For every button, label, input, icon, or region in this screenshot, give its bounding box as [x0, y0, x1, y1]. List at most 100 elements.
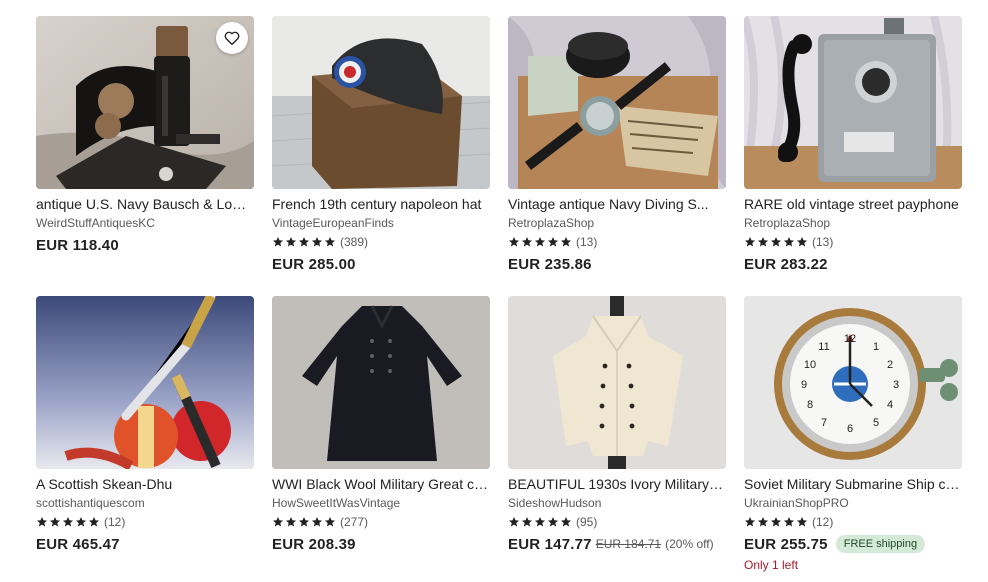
listing-image[interactable] [744, 16, 962, 189]
listing-image[interactable] [272, 296, 490, 469]
rating: (13) [508, 234, 726, 250]
listing-title[interactable]: French 19th century napoleon hat [272, 195, 490, 213]
rating-count: (389) [340, 235, 369, 249]
rating-count: (95) [576, 515, 598, 529]
listing-row: A Scottish Skean-Dhu scottishantiquescom… [36, 296, 962, 576]
star-icon [299, 517, 309, 527]
listing-card[interactable]: RARE old vintage street payphone Retropl… [744, 16, 962, 296]
price-line: EUR 118.40 [36, 235, 254, 255]
listing-title[interactable]: BEAUTIFUL 1930s Ivory Military jacket [508, 475, 726, 493]
listing-image[interactable] [272, 16, 490, 189]
price: EUR 147.77 [508, 535, 592, 553]
price: EUR 235.86 [508, 255, 592, 273]
listing-title[interactable]: A Scottish Skean-Dhu [36, 475, 254, 493]
star-icon [509, 517, 519, 527]
price: EUR 283.22 [744, 255, 828, 273]
star-icon [745, 517, 755, 527]
rating: (95) [508, 514, 726, 530]
star-icon [797, 517, 807, 527]
star-rating [272, 516, 336, 528]
price: EUR 255.75 [744, 535, 828, 553]
star-icon [89, 517, 99, 527]
star-icon [273, 237, 283, 247]
listing-title[interactable]: antique U.S. Navy Bausch & Lomb microsco… [36, 195, 254, 213]
listing-title[interactable]: Soviet Military Submarine Ship clock [744, 475, 962, 493]
star-rating [272, 236, 336, 248]
shop-name[interactable]: VintageEuropeanFinds [272, 215, 490, 231]
svg-text:12: 12 [844, 333, 856, 345]
listing-card[interactable]: A Scottish Skean-Dhu scottishantiquescom… [36, 296, 254, 576]
star-icon [771, 517, 781, 527]
heart-outline-icon [224, 31, 240, 46]
svg-text:3: 3 [893, 379, 899, 391]
svg-text:6: 6 [847, 423, 853, 435]
submarine-clock-photo: 1212 345 678 91011 [744, 296, 962, 469]
star-rating [36, 516, 100, 528]
rating-count: (13) [576, 235, 598, 249]
shop-name[interactable]: HowSweetItWasVintage [272, 495, 490, 511]
star-icon [548, 237, 558, 247]
listing-image[interactable] [508, 16, 726, 189]
svg-text:11: 11 [818, 341, 829, 353]
price: EUR 208.39 [272, 535, 356, 553]
price-line: EUR 208.39 [272, 534, 490, 554]
star-icon [50, 517, 60, 527]
listing-title[interactable]: Vintage antique Navy Diving S... [508, 195, 726, 213]
star-icon [273, 517, 283, 527]
shop-name[interactable]: SideshowHudson [508, 495, 726, 511]
star-icon [561, 237, 571, 247]
price-line: EUR 235.86 [508, 254, 726, 274]
listing-card[interactable]: Vintage antique Navy Diving S... Retropl… [508, 16, 726, 296]
listing-image[interactable] [508, 296, 726, 469]
svg-text:9: 9 [801, 379, 807, 391]
listing-title[interactable]: WWI Black Wool Military Great coat [272, 475, 490, 493]
rating-count: (12) [812, 515, 834, 529]
star-icon [745, 237, 755, 247]
price-line: EUR 147.77 EUR 184.71 (20% off) [508, 534, 726, 554]
star-icon [76, 517, 86, 527]
price: EUR 118.40 [36, 236, 119, 254]
price-line: EUR 283.22 [744, 254, 962, 274]
rating: (277) [272, 514, 490, 530]
rating: (12) [744, 514, 962, 530]
svg-text:7: 7 [821, 417, 827, 429]
svg-text:8: 8 [807, 399, 813, 411]
original-price: EUR 184.71 [595, 537, 662, 551]
shop-name[interactable]: scottishantiquescom [36, 495, 254, 511]
star-rating [508, 236, 572, 248]
price-line: EUR 465.47 [36, 534, 254, 554]
star-icon [286, 517, 296, 527]
listing-card[interactable]: BEAUTIFUL 1930s Ivory Military jacket Si… [508, 296, 726, 576]
listing-image[interactable]: 12 1 2 345 678 9 10 11 [744, 296, 962, 469]
free-shipping-badge: FREE shipping [835, 535, 926, 553]
star-icon [561, 517, 571, 527]
shop-name[interactable]: RetroplazaShop [508, 215, 726, 231]
skean-dhu-photo [36, 296, 254, 469]
listing-image[interactable] [36, 296, 254, 469]
svg-text:10: 10 [804, 359, 816, 371]
svg-text:1: 1 [873, 341, 879, 353]
rating: (13) [744, 234, 962, 250]
star-icon [784, 237, 794, 247]
svg-text:5: 5 [873, 417, 879, 429]
shop-name[interactable]: UkrainianShopPRO [744, 495, 962, 511]
shop-name[interactable]: WeirdStuffAntiquesKC [36, 215, 254, 231]
favorite-button[interactable] [216, 22, 248, 54]
rating-count: (12) [104, 515, 126, 529]
listing-grid: antique U.S. Navy Bausch & Lomb microsco… [36, 16, 962, 576]
star-rating [744, 516, 808, 528]
shop-name[interactable]: RetroplazaShop [744, 215, 962, 231]
listing-image[interactable] [36, 16, 254, 189]
listing-card[interactable]: antique U.S. Navy Bausch & Lomb microsco… [36, 16, 254, 296]
listing-card[interactable]: French 19th century napoleon hat Vintage… [272, 16, 490, 296]
star-icon [522, 517, 532, 527]
star-icon [758, 517, 768, 527]
listing-card[interactable]: 12 1 2 345 678 9 10 11 Soviet Military Subma… [744, 296, 962, 576]
star-icon [325, 237, 335, 247]
star-icon [548, 517, 558, 527]
star-icon [325, 517, 335, 527]
listing-title[interactable]: RARE old vintage street payphone [744, 195, 962, 213]
star-rating [744, 236, 808, 248]
listing-card[interactable]: WWI Black Wool Military Great coat HowSw… [272, 296, 490, 576]
diving-gear-photo [508, 16, 726, 189]
